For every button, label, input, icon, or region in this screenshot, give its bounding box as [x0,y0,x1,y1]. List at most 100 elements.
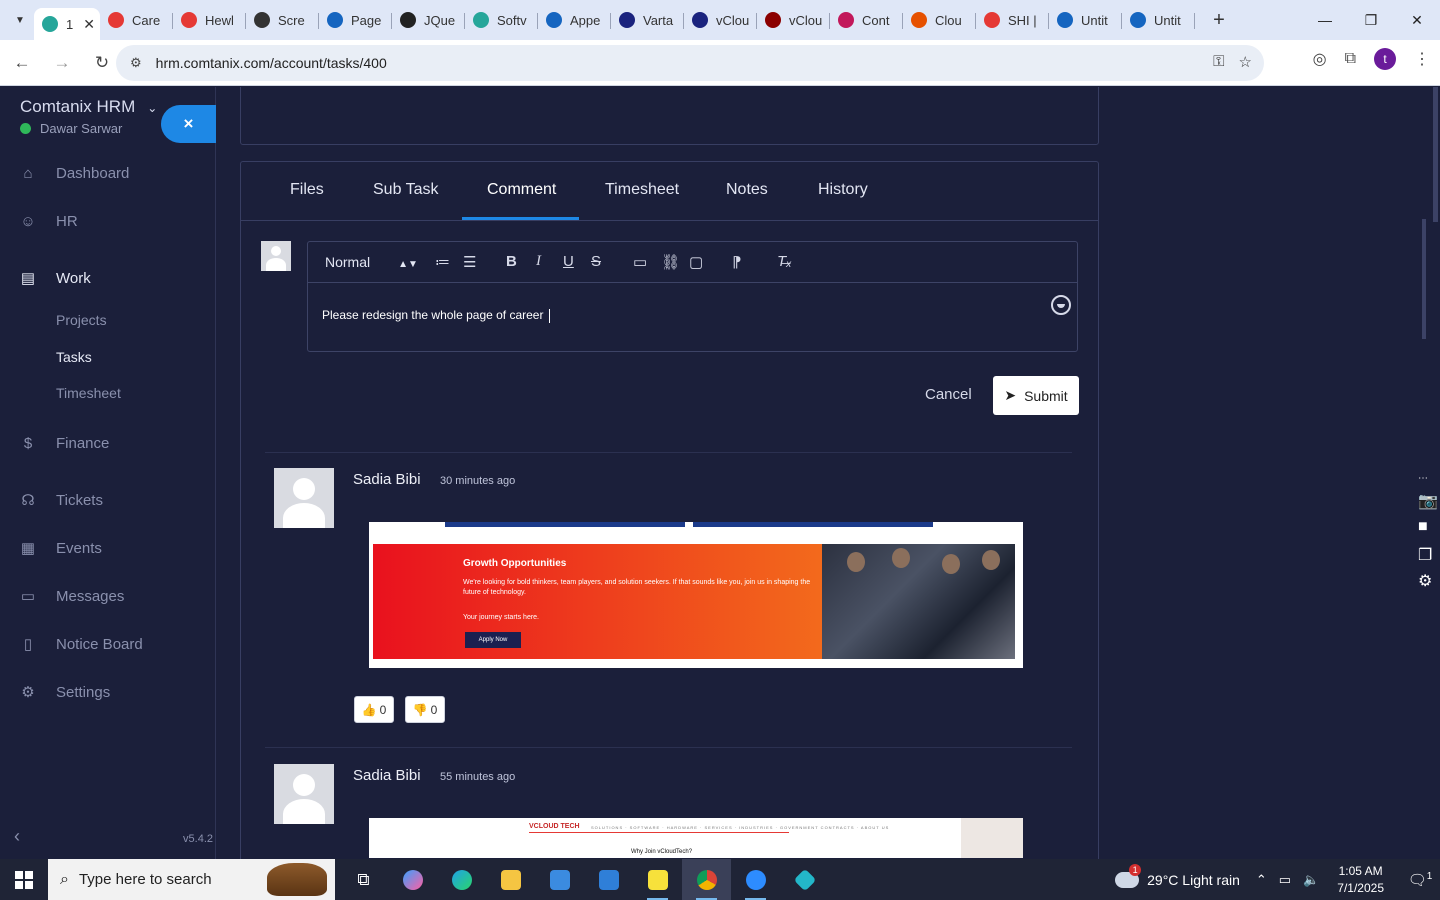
reload-icon[interactable]: ↻ [84,45,120,81]
underline-icon[interactable]: U [563,253,574,270]
bookmark-star-icon[interactable]: ☆ [1239,53,1252,71]
translate-icon[interactable]: ◎ [1313,49,1327,69]
new-tab-icon[interactable]: + [1205,9,1233,32]
comment-input[interactable]: Please redesign the whole page of career [322,308,550,323]
url-bar[interactable]: ⚙ hrm.comtanix.com/account/tasks/400 ⚿ ☆ [116,45,1264,81]
url-text[interactable]: hrm.comtanix.com/account/tasks/400 [156,55,387,71]
weather-widget[interactable]: 1 29°C Light rain [1115,863,1240,888]
password-key-icon[interactable]: ⚿ [1213,53,1224,71]
browser-tab[interactable]: Scre [246,4,319,36]
volume-icon[interactable]: 🔈 [1303,872,1319,888]
task-view-icon[interactable]: ⧉ [339,859,388,900]
emoji-icon[interactable] [1051,295,1071,315]
browser-tab[interactable]: Hewl [173,4,246,36]
text-direction-icon[interactable]: ⁋ [732,253,742,271]
chevron-down-icon[interactable]: ⌄ [147,101,157,115]
browser-tab[interactable]: vClou [684,4,757,36]
browser-tab[interactable]: vClou [757,4,830,36]
sidebar-item-notice-board[interactable]: ▯ Notice Board [18,635,143,654]
tab-search-icon[interactable]: ▼ [6,6,34,34]
tab-comment[interactable]: Comment [487,181,556,199]
windows-start-icon[interactable] [0,859,48,900]
sidebar-item-tickets[interactable]: ☊ Tickets [18,491,103,510]
close-tab-icon[interactable]: ✕ [83,16,95,33]
bold-icon[interactable]: B [506,253,517,270]
mail-icon[interactable] [584,859,633,900]
sidebar-subitem-projects[interactable]: Projects [56,312,107,328]
file-explorer-icon[interactable] [486,859,535,900]
extensions-icon[interactable]: ⧉ [1345,50,1356,68]
browser-tab[interactable]: Untit [1049,4,1122,36]
maximize-icon[interactable]: ❐ [1348,0,1394,40]
comment-attachment-image[interactable]: VCLOUD TECH SOLUTIONS · SOFTWARE · HARDW… [369,818,1023,858]
notification-icon[interactable]: 🗨1 [1400,871,1440,889]
close-window-icon[interactable]: ✕ [1394,0,1440,40]
submit-button[interactable]: ➤ Submit [993,376,1079,415]
browser-tab[interactable]: Varta [611,4,684,36]
camera-icon[interactable]: 📷 [1418,491,1438,511]
taskbar-search[interactable]: ⌕ Type here to search [48,859,335,900]
clear-format-icon[interactable]: T̶ₓ [777,253,792,270]
window-icon[interactable]: ❐ [1418,545,1432,565]
dislike-button[interactable]: 👎 0 [405,696,445,723]
browser-tab[interactable]: SHI | [976,4,1049,36]
browser-tab[interactable]: Page [319,4,392,36]
zoom-icon[interactable] [731,859,780,900]
network-icon[interactable]: ▭ [1279,872,1291,888]
strikethrough-icon[interactable]: S [591,253,601,270]
profile-avatar[interactable]: t [1374,48,1396,70]
sidebar-subitem-timesheet[interactable]: Timesheet [56,385,121,401]
tab-sub-task[interactable]: Sub Task [373,181,439,199]
browser-menu-icon[interactable]: ⋮ [1414,49,1430,69]
chrome-icon[interactable] [682,859,731,900]
browser-tab[interactable]: Untit [1122,4,1195,36]
browser-tab[interactable]: Care [100,4,173,36]
browser-tab[interactable]: Clou [903,4,976,36]
more-icon[interactable]: ⋯ [1418,473,1428,484]
blockquote-icon[interactable]: ▭ [633,253,647,271]
back-icon[interactable]: ← [4,45,40,81]
tab-files[interactable]: Files [290,181,324,199]
app-icon[interactable] [780,859,829,900]
sidebar-item-events[interactable]: ▦ Events [18,539,102,558]
ordered-list-icon[interactable]: ≔ [435,253,450,271]
close-sidebar-button[interactable]: × [161,105,216,143]
comment-attachment-image[interactable]: Growth Opportunities We're looking for b… [369,522,1023,668]
italic-icon[interactable]: I [536,253,541,270]
forward-icon[interactable]: → [44,45,80,81]
store-icon[interactable] [535,859,584,900]
cancel-button[interactable]: Cancel [925,386,972,403]
format-select[interactable]: Normal ▲▼ [325,254,418,270]
settings-gear-icon[interactable]: ⚙ [1418,571,1432,591]
browser-tab[interactable]: Softv [465,4,538,36]
tab-timesheet[interactable]: Timesheet [605,181,679,199]
chevron-up-icon[interactable]: ⌃ [1256,872,1267,888]
edge-icon[interactable] [437,859,486,900]
sidebar-item-hr[interactable]: ☺ HR [18,213,77,230]
sidebar-item-settings[interactable]: ⚙ Settings [18,683,110,702]
like-button[interactable]: 👍 0 [354,696,394,723]
image-icon[interactable]: ▢ [689,253,703,271]
tab-notes[interactable]: Notes [726,181,768,199]
sidebar-item-finance[interactable]: $ Finance [18,435,110,452]
sidebar-item-work[interactable]: ▤ Work [18,269,91,288]
browser-tab[interactable]: JQue [392,4,465,36]
browser-tab[interactable]: Appe [538,4,611,36]
scroll-thumb[interactable] [1422,219,1426,339]
sidebar-item-dashboard[interactable]: ⌂ Dashboard [18,165,129,182]
collapse-sidebar-icon[interactable]: ‹ [14,826,20,847]
bullet-list-icon[interactable]: ☰ [463,253,476,271]
link-icon[interactable]: ⛓ [661,253,680,271]
minimize-icon[interactable]: — [1302,0,1348,40]
clock[interactable]: 1:05 AM 7/1/2025 [1337,863,1384,897]
sticky-notes-icon[interactable] [633,859,682,900]
browser-tab[interactable]: Cont [830,4,903,36]
browser-tab[interactable]: 1 ✕ [34,8,100,40]
brand[interactable]: Comtanix HRM ⌄ [20,97,157,117]
scroll-thumb[interactable] [1433,87,1438,222]
tab-history[interactable]: History [818,181,868,199]
site-info-icon[interactable]: ⚙ [130,55,142,71]
sidebar-subitem-tasks[interactable]: Tasks [56,349,92,365]
copilot-icon[interactable] [388,859,437,900]
sidebar-item-messages[interactable]: ▭ Messages [18,587,124,606]
